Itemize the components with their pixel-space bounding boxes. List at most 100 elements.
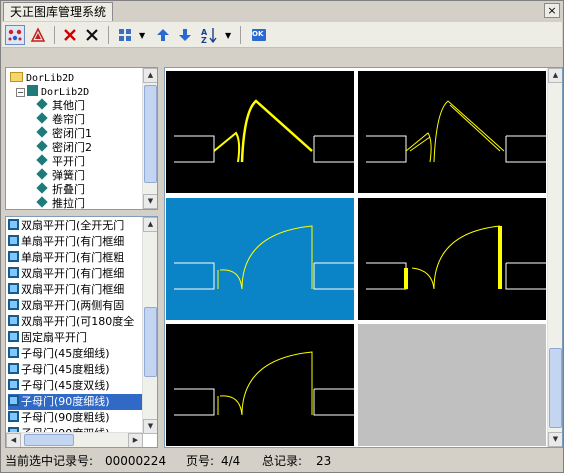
sort-az-icon: AZ: [201, 28, 217, 44]
list-item[interactable]: 双扇平开门(全开无门: [8, 218, 142, 234]
toolbar-separator: [54, 26, 55, 44]
tree-item[interactable]: 折叠门: [36, 182, 85, 196]
scroll-up-icon[interactable]: ▲: [143, 217, 157, 232]
item-list[interactable]: 双扇平开门(全开无门 单扇平开门(有门框细 单扇平开门(有门框粗双扇平开门(有门框细…: [5, 216, 158, 448]
delete-button[interactable]: [60, 25, 80, 45]
door-block-icon: [8, 235, 19, 246]
door-category-icon: [36, 196, 48, 208]
view-grid-button[interactable]: [115, 25, 135, 45]
page-value: 4/4: [221, 454, 241, 468]
preview-vscroll[interactable]: ▲ ▼: [547, 68, 562, 447]
preview-cell[interactable]: [166, 71, 354, 193]
record-label: 当前选中记录号:: [5, 454, 94, 468]
cut-button[interactable]: [82, 25, 102, 45]
list-item[interactable]: 子母门(45度细线): [8, 346, 142, 362]
scroll-up-icon[interactable]: ▲: [548, 68, 562, 83]
move-up-button[interactable]: [153, 25, 173, 45]
list-item-label: 双扇平开门(两侧有固: [21, 299, 125, 312]
ok-label: OK: [252, 30, 264, 38]
door-drawing: [174, 99, 354, 163]
door-category-icon: [36, 140, 48, 152]
move-down-button[interactable]: [175, 25, 195, 45]
list-item[interactable]: 双扇平开门(可180度全: [8, 314, 142, 330]
list-hscroll-thumb[interactable]: [24, 434, 74, 446]
list-item[interactable]: 子母门(90度粗线): [8, 410, 142, 426]
list-item-label: 单扇平开门(有门框粗: [21, 251, 125, 264]
scroll-down-icon[interactable]: ▼: [548, 432, 562, 447]
tree-lib-node[interactable]: − DorLib2D: [16, 85, 89, 98]
scroll-down-icon[interactable]: ▼: [143, 419, 157, 434]
preview-cell[interactable]: [166, 324, 354, 446]
tree-item-label: 平开门: [52, 155, 85, 168]
list-item[interactable]: 双扇平开门(有门框细: [8, 266, 142, 282]
list-item[interactable]: 单扇平开门(有门框细: [8, 234, 142, 250]
sort-dropdown-arrow[interactable]: ▼: [225, 31, 231, 40]
cut-icon: [86, 29, 98, 41]
door-drawing: [174, 225, 354, 290]
list-item-label: 子母门(45度双线): [21, 379, 110, 392]
list-hscroll[interactable]: ◀ ▶: [6, 432, 143, 447]
tree-item[interactable]: 密闭门1: [36, 126, 92, 140]
preview-cell[interactable]: [358, 198, 546, 320]
tree-item[interactable]: 推拉门: [36, 196, 85, 210]
tree-vscroll[interactable]: ▲ ▼: [142, 68, 157, 209]
list-item[interactable]: 子母门(90度细线): [8, 394, 142, 410]
tree-item-label: 密闭门1: [52, 127, 92, 140]
toolbar-separator: [240, 26, 241, 44]
list-item-label: 固定扇平开门: [21, 331, 87, 344]
door-drawing: [366, 100, 546, 163]
tree-item[interactable]: 其他门: [36, 98, 85, 112]
list-item[interactable]: 双扇平开门(有门框细: [8, 282, 142, 298]
tree-item[interactable]: 密闭门2: [36, 140, 92, 154]
library-tree[interactable]: DorLib2D − DorLib2D 其他门 卷帘门 密闭门1 密闭门2 平开门 弹簧门折…: [5, 67, 158, 210]
door-block-icon: [8, 411, 19, 422]
list-scroll-thumb[interactable]: [144, 307, 157, 377]
tree-item-label: 其他门: [52, 99, 85, 112]
library-manager-window: 天正图库管理系统 × ▼ AZ ▼ OK DorLib2D − DorLib2D…: [0, 0, 564, 473]
move-up-icon: [157, 29, 169, 41]
tree-root[interactable]: DorLib2D: [10, 71, 74, 84]
list-item-label: 双扇平开门(全开无门: [21, 219, 125, 232]
status-bar: 当前选中记录号: 00000224 页号: 4/4 总记录: 23: [2, 450, 562, 472]
ok-button[interactable]: OK: [249, 25, 269, 45]
list-item[interactable]: 单扇平开门(有门框粗: [8, 250, 142, 266]
door-block-icon: [8, 395, 19, 406]
scroll-left-icon[interactable]: ◀: [6, 433, 21, 447]
preview-cell-empty[interactable]: [358, 324, 546, 446]
preview-cell[interactable]: [166, 198, 354, 320]
tree-item[interactable]: 弹簧门: [36, 168, 85, 182]
list-vscroll[interactable]: ▲ ▼: [142, 217, 157, 434]
tree-item-label: 弹簧门: [52, 169, 85, 182]
delete-icon: [64, 29, 76, 41]
tree-item[interactable]: 平开门: [36, 154, 85, 168]
sort-button[interactable]: [28, 25, 48, 45]
door-category-icon: [36, 168, 48, 180]
preview-cell[interactable]: [358, 71, 546, 193]
view-dropdown-arrow[interactable]: ▼: [139, 31, 145, 40]
list-item[interactable]: 固定扇平开门: [8, 330, 142, 346]
tree-item-label: 推拉门: [52, 197, 85, 210]
door-block-icon: [8, 267, 19, 278]
list-item[interactable]: 双扇平开门(两侧有固: [8, 298, 142, 314]
preview-grid: ▲ ▼: [164, 67, 563, 448]
window-title-tab[interactable]: 天正图库管理系统: [3, 2, 114, 21]
scroll-up-icon[interactable]: ▲: [143, 68, 157, 83]
list-item[interactable]: 子母门(45度双线): [8, 378, 142, 394]
sort-icon: [30, 27, 46, 42]
scroll-down-icon[interactable]: ▼: [143, 194, 157, 209]
door-block-icon: [8, 347, 19, 358]
record-value: 00000224: [105, 454, 167, 468]
tree-root-label: DorLib2D: [26, 73, 75, 84]
tree-scroll-thumb[interactable]: [144, 85, 157, 183]
library-icon: [27, 85, 38, 96]
scroll-right-icon[interactable]: ▶: [128, 433, 143, 447]
close-button[interactable]: ×: [544, 3, 560, 18]
list-item-label: 单扇平开门(有门框细: [21, 235, 125, 248]
door-category-icon: [36, 112, 48, 124]
multi-select-button[interactable]: [5, 25, 25, 45]
list-item[interactable]: 子母门(45度粗线): [8, 362, 142, 378]
tree-item[interactable]: 卷帘门: [36, 112, 85, 126]
preview-scroll-thumb[interactable]: [549, 348, 562, 428]
page-label: 页号:: [186, 454, 215, 468]
sort-az-button[interactable]: AZ: [199, 25, 219, 45]
